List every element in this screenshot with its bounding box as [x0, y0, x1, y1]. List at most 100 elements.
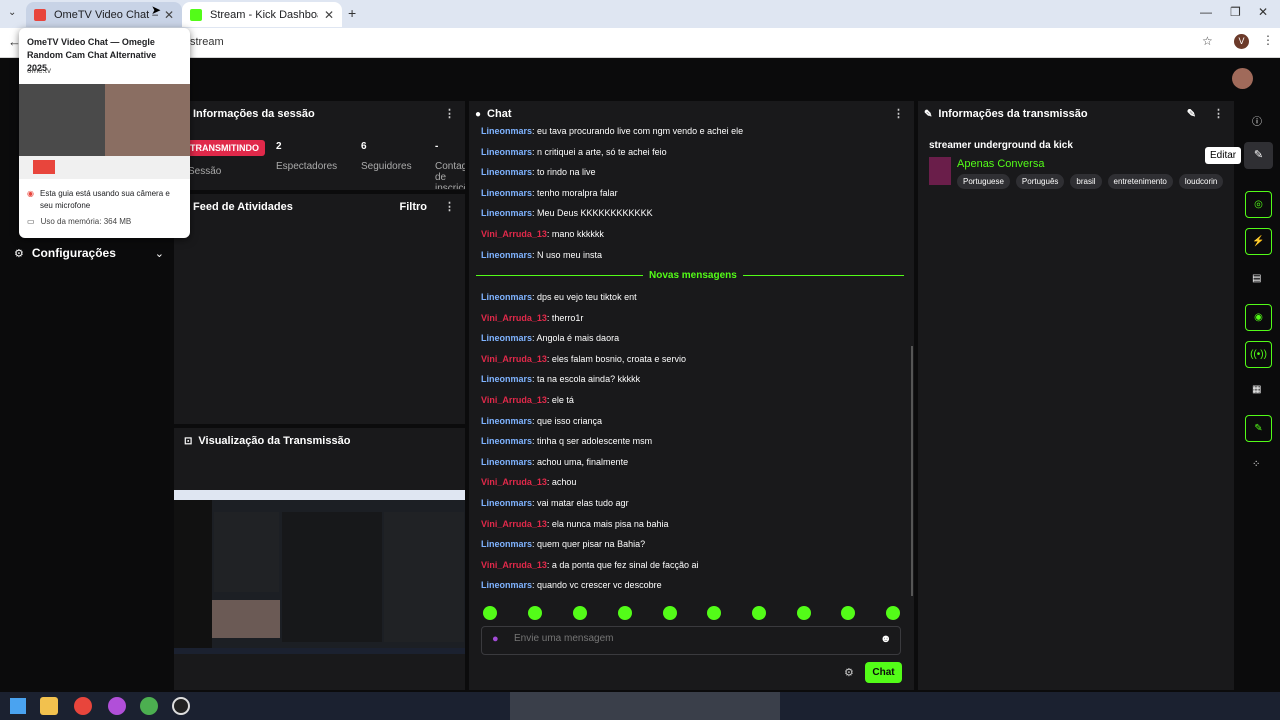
- activity-feed-panel: Feed de Atividades Filtro ⋮: [174, 194, 465, 424]
- chat-username[interactable]: Vini_Arruda_13: [481, 229, 547, 239]
- edit-button[interactable]: ✎: [1244, 142, 1273, 169]
- chat-username[interactable]: Lineonmars: [481, 167, 532, 177]
- broadcast-icon[interactable]: ((•)): [1245, 341, 1272, 368]
- category-name[interactable]: Apenas Conversa: [957, 158, 1044, 170]
- preview-right-panel: [384, 512, 464, 642]
- more-options-icon[interactable]: ⋮: [444, 200, 455, 213]
- file-explorer-icon[interactable]: [40, 697, 58, 715]
- chat-username[interactable]: Lineonmars: [481, 250, 532, 260]
- chat-icon[interactable]: ◉: [1245, 304, 1272, 331]
- thumbnail-button: [33, 160, 55, 174]
- activity-panel-header: Feed de Atividades Filtro ⋮: [174, 194, 465, 220]
- chat-message: Vini_Arruda_13: therro1r: [481, 313, 583, 323]
- url-field[interactable]: stream: [180, 31, 1230, 55]
- apps-icon[interactable]: ⁘: [1252, 459, 1260, 470]
- chat-username[interactable]: Lineonmars: [481, 498, 532, 508]
- tab-list-chevron-icon[interactable]: ⌄: [8, 7, 16, 18]
- chat-username[interactable]: Vini_Arruda_13: [481, 354, 547, 364]
- ometv-favicon-icon: [34, 8, 46, 21]
- chat-message-input[interactable]: [514, 633, 854, 644]
- start-menu-icon[interactable]: [10, 698, 26, 714]
- chat-message: Lineonmars: N uso meu insta: [481, 250, 602, 260]
- chrome-active-icon[interactable]: [140, 697, 158, 715]
- chat-username[interactable]: Lineonmars: [481, 188, 532, 198]
- obs-icon[interactable]: [172, 697, 190, 715]
- emoji-icon[interactable]: ☻: [880, 633, 892, 645]
- chat-username[interactable]: Lineonmars: [481, 580, 532, 590]
- chat-message-text: : Angola é mais daora: [532, 333, 620, 344]
- chrome-icon[interactable]: [74, 697, 92, 715]
- chevron-down-icon[interactable]: ⌄: [155, 247, 164, 260]
- emote-icon[interactable]: [528, 606, 542, 620]
- chat-username[interactable]: Lineonmars: [481, 292, 532, 302]
- chat-username[interactable]: Vini_Arruda_13: [481, 560, 547, 570]
- profile-avatar[interactable]: V: [1234, 34, 1249, 49]
- minimize-icon[interactable]: —: [1200, 5, 1212, 19]
- emote-icon[interactable]: [707, 606, 721, 620]
- close-window-icon[interactable]: ✕: [1258, 5, 1268, 19]
- close-tab-icon[interactable]: ✕: [164, 8, 174, 22]
- info-icon[interactable]: ⓘ: [1252, 113, 1262, 128]
- emote-icon[interactable]: [886, 606, 900, 620]
- chat-username[interactable]: Lineonmars: [481, 333, 532, 343]
- chat-input-box[interactable]: ● ☻: [481, 626, 901, 655]
- chat-settings-gear-icon[interactable]: ⚙: [844, 666, 854, 679]
- emote-icon[interactable]: [841, 606, 855, 620]
- chat-username[interactable]: Vini_Arruda_13: [481, 313, 547, 323]
- chat-message-text: : mano kkkkkk: [546, 229, 604, 239]
- chat-scrollbar[interactable]: [911, 346, 913, 596]
- send-chat-button[interactable]: Chat: [865, 662, 902, 683]
- filter-button[interactable]: Filtro: [400, 201, 428, 213]
- chat-message-text: : dps eu vejo teu tiktok ent: [532, 292, 637, 302]
- chat-message: Vini_Arruda_13: eles falam bosnio, croat…: [481, 354, 686, 364]
- chat-title: Chat: [487, 108, 512, 120]
- chat-username[interactable]: Lineonmars: [481, 416, 532, 426]
- new-tab-button[interactable]: +: [348, 5, 356, 21]
- lightning-icon[interactable]: ⚡: [1245, 228, 1272, 255]
- chat-message: Lineonmars: quem quer pisar na Bahia?: [481, 539, 645, 549]
- more-options-icon[interactable]: ⋮: [893, 107, 904, 120]
- chat-username[interactable]: Lineonmars: [481, 374, 532, 384]
- chat-username[interactable]: Vini_Arruda_13: [481, 519, 547, 529]
- chat-message: Lineonmars: Angola é mais daora: [481, 333, 619, 343]
- chat-username[interactable]: Vini_Arruda_13: [481, 395, 547, 405]
- desktop-wallpaper-strip: [510, 692, 780, 720]
- chat-username[interactable]: Lineonmars: [481, 436, 532, 446]
- maximize-icon[interactable]: ❐: [1230, 5, 1241, 19]
- chat-username[interactable]: Lineonmars: [481, 208, 532, 218]
- edit-pencil-icon[interactable]: ✎: [1187, 107, 1196, 120]
- emote-icon[interactable]: [663, 606, 677, 620]
- tag-pill: loudcorin: [1178, 174, 1224, 189]
- emote-icon[interactable]: [797, 606, 811, 620]
- browser-menu-icon[interactable]: ⋮: [1262, 33, 1274, 47]
- sidebar-item-settings[interactable]: ⚙ Configurações ⌄: [14, 246, 164, 260]
- microphone-icon[interactable]: ●: [492, 633, 499, 645]
- document-icon[interactable]: ▤: [1252, 273, 1261, 284]
- layout-icon[interactable]: ▦: [1252, 384, 1261, 395]
- more-options-icon[interactable]: ⋮: [1213, 107, 1224, 120]
- chat-message: Vini_Arruda_13: ela nunca mais pisa na b…: [481, 519, 668, 529]
- close-tab-icon[interactable]: ✕: [324, 8, 334, 22]
- chat-message-text: : therro1r: [546, 312, 584, 323]
- chat-message: Lineonmars: vai matar elas tudo agr: [481, 498, 629, 508]
- preview-webcam: [212, 600, 280, 638]
- chat-username[interactable]: Lineonmars: [481, 126, 532, 136]
- chat-username[interactable]: Lineonmars: [481, 147, 532, 157]
- messenger-icon[interactable]: [108, 697, 126, 715]
- preview-domain: ome.tv: [27, 66, 52, 75]
- chat-username[interactable]: Vini_Arruda_13: [481, 477, 547, 487]
- chat-username[interactable]: Lineonmars: [481, 539, 532, 549]
- emote-icon[interactable]: [483, 606, 497, 620]
- tab-kick-dashboard[interactable]: Stream - Kick Dashboard ✕: [182, 2, 342, 27]
- wrench-icon[interactable]: ✎: [1245, 415, 1272, 442]
- followers-label: Seguidores: [361, 161, 412, 172]
- bookmark-star-icon[interactable]: ☆: [1202, 34, 1213, 48]
- emote-icon[interactable]: [752, 606, 766, 620]
- user-avatar[interactable]: [1232, 68, 1253, 89]
- emote-icon[interactable]: [618, 606, 632, 620]
- stat-followers: 6 Seguidores: [361, 141, 412, 172]
- emote-icon[interactable]: [573, 606, 587, 620]
- chat-username[interactable]: Lineonmars: [481, 457, 532, 467]
- camera-frame-icon[interactable]: ◎: [1245, 191, 1272, 218]
- more-options-icon[interactable]: ⋮: [444, 107, 455, 120]
